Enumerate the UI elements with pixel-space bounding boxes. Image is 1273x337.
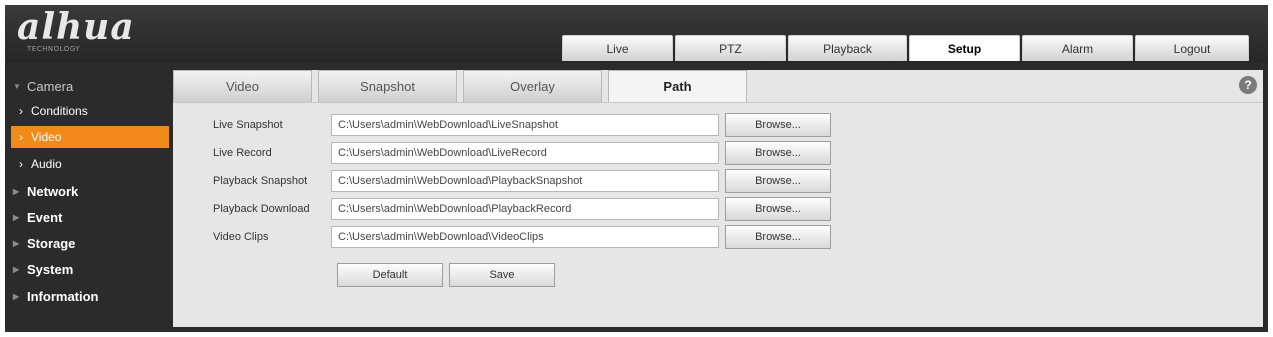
sidebar-item-information[interactable]: ▶ Information	[5, 285, 170, 307]
caret-right-icon: ▶	[13, 212, 20, 222]
path-row-playback-snapshot: Playback Snapshot C:\Users\admin\WebDown…	[213, 169, 831, 193]
caret-right-icon: ▶	[13, 186, 20, 196]
sidebar-item-label: Camera	[27, 78, 74, 94]
help-icon[interactable]: ?	[1239, 76, 1257, 94]
sidebar-item-video[interactable]: › Video	[11, 126, 169, 148]
field-label: Live Snapshot	[213, 119, 283, 131]
brand-tagline: TECHNOLOGY	[27, 45, 81, 53]
caret-down-icon: ▼	[13, 81, 21, 91]
header-bar: alhua TECHNOLOGY Live PTZ Playback Setup…	[5, 5, 1268, 63]
nav-tab-playback[interactable]: Playback	[788, 35, 907, 61]
tab-divider	[173, 102, 1263, 103]
nav-tab-logout[interactable]: Logout	[1135, 35, 1249, 61]
video-clips-path-field[interactable]: C:\Users\admin\WebDownload\VideoClips	[331, 226, 719, 248]
app-window: alhua TECHNOLOGY Live PTZ Playback Setup…	[5, 5, 1268, 332]
tab-video[interactable]: Video	[173, 70, 312, 102]
nav-tab-live[interactable]: Live	[562, 35, 673, 61]
playback-snapshot-path-field[interactable]: C:\Users\admin\WebDownload\PlaybackSnaps…	[331, 170, 719, 192]
sidebar-item-system[interactable]: ▶ System	[5, 258, 170, 280]
field-label: Video Clips	[213, 231, 269, 243]
sidebar: ▼ Camera › Conditions › Video › Audio ▶ …	[5, 63, 170, 332]
nav-tab-alarm[interactable]: Alarm	[1022, 35, 1133, 61]
sidebar-item-label: Video	[31, 130, 62, 144]
field-label: Playback Snapshot	[213, 175, 308, 187]
sidebar-item-network[interactable]: ▶ Network	[5, 180, 170, 202]
chevron-right-icon: ›	[19, 157, 23, 171]
sidebar-item-camera[interactable]: ▼ Camera	[5, 75, 170, 97]
field-label: Live Record	[213, 147, 272, 159]
live-record-path-field[interactable]: C:\Users\admin\WebDownload\LiveRecord	[331, 142, 719, 164]
playback-snapshot-browse-button[interactable]: Browse...	[725, 169, 831, 193]
sidebar-item-label: System	[27, 261, 74, 277]
path-row-live-record: Live Record C:\Users\admin\WebDownload\L…	[213, 141, 831, 165]
sidebar-item-label: Conditions	[31, 104, 88, 118]
content-panel: Video Snapshot Overlay Path ? Live Snaps…	[173, 70, 1263, 327]
caret-right-icon: ▶	[13, 238, 20, 248]
tab-snapshot[interactable]: Snapshot	[318, 70, 457, 102]
sidebar-item-label: Information	[27, 288, 99, 304]
default-button[interactable]: Default	[337, 263, 443, 287]
sidebar-item-storage[interactable]: ▶ Storage	[5, 232, 170, 254]
video-clips-browse-button[interactable]: Browse...	[725, 225, 831, 249]
sidebar-item-label: Audio	[31, 157, 62, 171]
playback-download-browse-button[interactable]: Browse...	[725, 197, 831, 221]
chevron-right-icon: ›	[19, 130, 23, 144]
tab-path[interactable]: Path	[608, 70, 747, 102]
save-button[interactable]: Save	[449, 263, 555, 287]
path-row-playback-download: Playback Download C:\Users\admin\WebDown…	[213, 197, 831, 221]
live-snapshot-browse-button[interactable]: Browse...	[725, 113, 831, 137]
caret-right-icon: ▶	[13, 264, 20, 274]
brand-logo: alhua	[17, 6, 135, 48]
playback-download-path-field[interactable]: C:\Users\admin\WebDownload\PlaybackRecor…	[331, 198, 719, 220]
tab-overlay[interactable]: Overlay	[463, 70, 602, 102]
content-tabs: Video Snapshot Overlay Path	[173, 70, 753, 102]
chevron-right-icon: ›	[19, 104, 23, 118]
sidebar-item-label: Network	[27, 183, 79, 199]
sidebar-item-conditions[interactable]: › Conditions	[5, 100, 170, 122]
caret-right-icon: ▶	[13, 291, 20, 301]
path-row-video-clips: Video Clips C:\Users\admin\WebDownload\V…	[213, 225, 831, 249]
field-label: Playback Download	[213, 203, 310, 215]
sidebar-item-label: Storage	[27, 235, 76, 251]
live-snapshot-path-field[interactable]: C:\Users\admin\WebDownload\LiveSnapshot	[331, 114, 719, 136]
nav-tab-setup[interactable]: Setup	[909, 35, 1020, 61]
sidebar-item-label: Event	[27, 209, 63, 225]
nav-tab-ptz[interactable]: PTZ	[675, 35, 786, 61]
top-navigation: Live PTZ Playback Setup Alarm Logout	[562, 35, 1251, 62]
live-record-browse-button[interactable]: Browse...	[725, 141, 831, 165]
sidebar-item-event[interactable]: ▶ Event	[5, 206, 170, 228]
path-row-live-snapshot: Live Snapshot C:\Users\admin\WebDownload…	[213, 113, 831, 137]
sidebar-item-audio[interactable]: › Audio	[5, 153, 170, 175]
